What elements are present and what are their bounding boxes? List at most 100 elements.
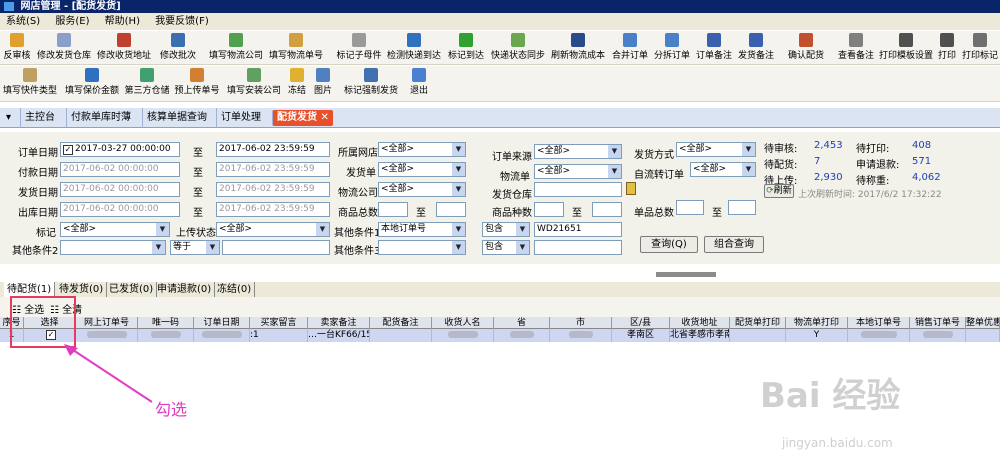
menu-feedback[interactable]: 我要反馈(F) [155,16,209,27]
mark-parent-child-button[interactable]: 标记子母件 [336,31,382,63]
mark-select[interactable]: <全部> ▼ [60,222,170,237]
col-header[interactable]: 销售订单号 [910,317,966,329]
tab-shipped[interactable]: 已发货(0) [106,282,158,297]
col-header[interactable]: 收货人名 [432,317,494,329]
col-header[interactable]: 省 [494,317,550,329]
detect-arrival-button[interactable]: 检测快递到达 [386,31,442,63]
col-header[interactable]: 整单优惠 [966,317,1000,329]
splitter-handle[interactable] [656,272,716,277]
nav-allocation-shipping[interactable]: 配货发货 ✕ [272,110,333,126]
out-date-to[interactable]: 2017-06-02 23:59:59 [216,202,330,217]
shop-select[interactable]: <全部> ▼ [378,142,466,157]
tracking-select[interactable]: <全部> ▼ [534,164,622,179]
col-header[interactable]: 配货单打印 [730,317,786,329]
goods-total-from[interactable] [378,202,408,217]
col-header[interactable]: 网上订单号 [76,317,138,329]
confirm-allocation-button[interactable]: 确认配货 [786,31,826,63]
close-icon[interactable]: ✕ [320,112,328,123]
other3-value-input[interactable] [534,240,622,255]
fill-tracking-number-button[interactable]: 填写物流单号 [268,31,324,63]
col-header[interactable]: 配货备注 [370,317,432,329]
other2-value-input[interactable] [222,240,330,255]
other2-operator-select[interactable]: 等于 ▼ [170,240,220,255]
force-ship-button[interactable]: 标记强制发货 [342,66,400,98]
upload-status-select[interactable]: <全部> ▼ [216,222,330,237]
ship-date-to[interactable]: 2017-06-02 23:59:59 [216,182,330,197]
contains-select[interactable]: 包含 ▼ [482,222,530,237]
print-mark-button[interactable]: 打印标记 [962,31,998,63]
third-party-warehouse-button[interactable]: 第三方仓储 [124,66,170,98]
col-header[interactable]: 物流单打印 [786,317,848,329]
ship-date-from[interactable]: 2017-06-02 00:00:00 [60,182,180,197]
col-header[interactable]: 收货地址 [670,317,730,329]
other2-field-select[interactable]: ▼ [60,240,166,255]
kinds-from[interactable] [534,202,564,217]
other3-select[interactable]: ▼ [378,240,466,255]
split-order-button[interactable]: 分拆订单 [652,31,692,63]
edit-batch-button[interactable]: 修改批次 [156,31,200,63]
warehouse-input[interactable] [534,182,622,197]
other1-value-input[interactable]: WD21651 [534,222,622,237]
order-date-checkbox[interactable]: ✓ [63,145,73,155]
order-date-from[interactable]: ✓ 2017-03-27 00:00:00 [60,142,180,157]
fill-insured-amount-button[interactable]: 填写保价金额 [64,66,120,98]
view-notes-button[interactable]: 查看备注 [836,31,876,63]
contains2-select[interactable]: 包含 ▼ [482,240,530,255]
unreview-button[interactable]: 反审核 [2,31,32,63]
menu-system[interactable]: 系统(S) [6,16,40,27]
menu-help[interactable]: 帮助(H) [105,16,140,27]
menu-service[interactable]: 服务(E) [55,16,89,27]
exit-button[interactable]: 退出 [406,66,432,98]
merge-orders-button[interactable]: 合并订单 [610,31,650,63]
out-date-from[interactable]: 2017-06-02 00:00:00 [60,202,180,217]
source-select[interactable]: <全部> ▼ [534,144,622,159]
preupload-number-button[interactable]: 预上传单号 [174,66,220,98]
goods-sum-to[interactable] [728,200,756,215]
ship-order-select[interactable]: <全部> ▼ [378,162,466,177]
freeze-button[interactable]: 冻结 [286,66,308,98]
col-header[interactable]: 本地订单号 [848,317,910,329]
nav-console[interactable]: 主控台 [20,108,59,128]
tab-pending-allocation[interactable]: 待配货(1) [4,282,56,297]
lock-icon[interactable] [626,182,636,195]
nav-payment-book[interactable]: 付款单库时薄 [66,108,135,128]
refresh-cost-button[interactable]: 刷新物流成本 [550,31,606,63]
col-header[interactable]: 唯一码 [138,317,194,329]
refresh-button[interactable]: ⟳刷新 [764,184,794,198]
nav-menu-toggle[interactable]: ▾ [2,108,15,128]
tab-frozen[interactable]: 冻结(0) [214,282,256,297]
ship-method-select[interactable]: <全部> ▼ [676,142,756,157]
kinds-to[interactable] [592,202,622,217]
print-button[interactable]: 打印 [936,31,958,63]
print-template-button[interactable]: 打印模板设置 [878,31,934,63]
image-button[interactable]: 图片 [312,66,334,98]
nav-order-processing[interactable]: 订单处理 [216,108,265,128]
edit-warehouse-button[interactable]: 修改发货仓库 [36,31,92,63]
col-header[interactable]: 市 [550,317,612,329]
order-note-button[interactable]: 订单备注 [694,31,734,63]
combo-query-button[interactable]: 组合查询 [704,236,764,253]
other1-select[interactable]: 本地订单号 ▼ [378,222,466,237]
logistics-select[interactable]: <全部> ▼ [378,182,466,197]
col-header[interactable]: 卖家备注 [308,317,370,329]
goods-sum-from[interactable] [676,200,704,215]
fill-express-type-button[interactable]: 填写快件类型 [2,66,58,98]
nav-accounting-query[interactable]: 核算单据查询 [142,108,211,128]
col-header[interactable]: 买家留言 [250,317,308,329]
ship-note-button[interactable]: 发货备注 [736,31,776,63]
pay-date-to[interactable]: 2017-06-02 23:59:59 [216,162,330,177]
goods-total-to[interactable] [436,202,466,217]
sync-status-button[interactable]: 快递状态同步 [490,31,546,63]
pay-date-from[interactable]: 2017-06-02 00:00:00 [60,162,180,177]
col-header[interactable]: 订单日期 [194,317,250,329]
mark-arrived-button[interactable]: 标记到达 [446,31,486,63]
col-header[interactable]: 区/县 [612,317,670,329]
tab-pending-shipment[interactable]: 待发货(0) [56,282,108,297]
auto-flow-select[interactable]: <全部> ▼ [690,162,756,177]
edit-address-button[interactable]: 修改收货地址 [96,31,152,63]
order-date-to[interactable]: 2017-06-02 23:59:59 [216,142,330,157]
fill-installer-button[interactable]: 填写安装公司 [226,66,282,98]
query-button[interactable]: 查询(Q) [640,236,698,253]
tab-refund-request[interactable]: 申请退款(0) [154,282,216,297]
fill-logistics-company-button[interactable]: 填写物流公司 [208,31,264,63]
